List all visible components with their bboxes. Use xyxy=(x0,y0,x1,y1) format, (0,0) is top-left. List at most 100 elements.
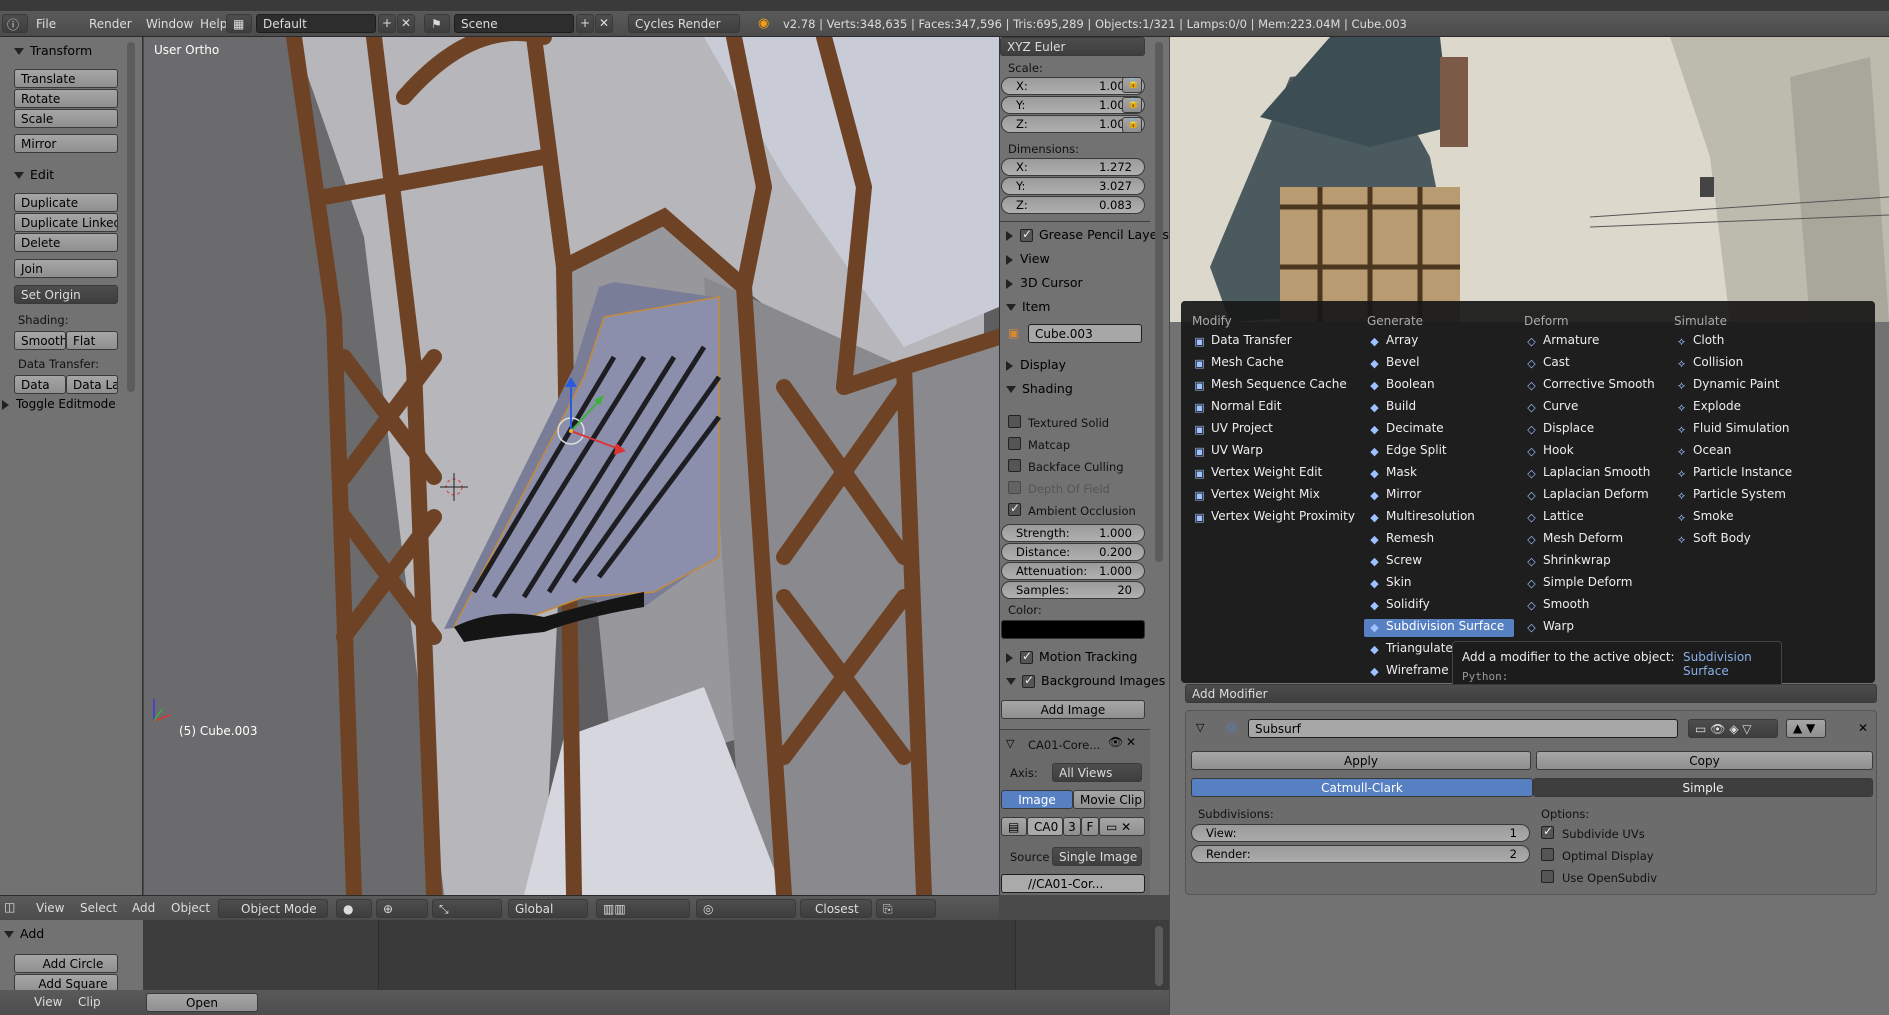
menu-item-smooth[interactable]: ◇ Smooth xyxy=(1521,597,1671,615)
motion-tracking-panel-header[interactable]: Motion Tracking xyxy=(1006,649,1137,664)
menu-item-decimate[interactable]: ◆ Decimate xyxy=(1364,421,1514,439)
manipulator-buttons[interactable]: ⤡ xyxy=(432,899,502,918)
open-clip-button[interactable]: Open xyxy=(146,993,258,1012)
bottom-menu-view[interactable]: View xyxy=(34,995,62,1009)
smooth-button[interactable]: Smooth xyxy=(14,331,66,350)
layout-field[interactable]: Default xyxy=(256,14,376,33)
add-modifier-button[interactable]: Add Modifier xyxy=(1185,684,1877,703)
ambient-occlusion-checkbox[interactable] xyxy=(1008,501,1021,516)
apply-button[interactable]: Apply xyxy=(1191,751,1531,770)
duplicate-button[interactable]: Duplicate xyxy=(14,193,118,212)
source-select[interactable]: Single Image xyxy=(1052,847,1142,866)
menu-item-soft-body[interactable]: ⟡ Soft Body xyxy=(1671,531,1821,549)
menu-item-mask[interactable]: ◆ Mask xyxy=(1364,465,1514,483)
dimension-z-field[interactable]: Z: 0.083 xyxy=(1001,196,1145,214)
image-datablock-name[interactable]: CA0 xyxy=(1027,817,1063,836)
bg-expand-icon[interactable]: ▽ xyxy=(1006,737,1014,750)
lock-scale-y-icon[interactable]: 🔒 xyxy=(1122,97,1142,113)
toggle-editmode-header[interactable]: Toggle Editmode xyxy=(2,397,116,411)
ao-samples-field[interactable]: Samples: 20 xyxy=(1001,581,1145,599)
modifier-collapse-icon[interactable]: ▽ xyxy=(1196,721,1204,734)
menu-item-uv-warp[interactable]: ▣ UV Warp xyxy=(1189,443,1359,461)
toolshelf-scrollbar[interactable] xyxy=(127,42,135,392)
catmull-clark-tab[interactable]: Catmull-Clark xyxy=(1191,778,1533,797)
menu-item-collision[interactable]: ⟡ Collision xyxy=(1671,355,1821,373)
menu-item-warp[interactable]: ◇ Warp xyxy=(1521,619,1671,637)
remove-scene-icon[interactable]: ✕ xyxy=(595,14,613,33)
ao-color-swatch[interactable] xyxy=(1001,620,1145,639)
ao-strength-field[interactable]: Strength: 1.000 xyxy=(1001,524,1145,542)
menu-item-cast[interactable]: ◇ Cast xyxy=(1521,355,1671,373)
lock-scale-z-icon[interactable]: 🔒 xyxy=(1122,117,1142,133)
set-origin-select[interactable]: Set Origin xyxy=(14,285,118,304)
depth-of-field-checkbox[interactable] xyxy=(1008,481,1021,494)
rotation-mode-select[interactable]: XYZ Euler xyxy=(1000,37,1145,56)
modifier-remove-icon[interactable]: ✕ xyxy=(1858,721,1868,735)
viewport-menu-add[interactable]: Add xyxy=(132,901,155,915)
data-button[interactable]: Data xyxy=(14,375,66,394)
viewport-shading-select[interactable]: ● xyxy=(336,899,372,918)
display-panel-header[interactable]: Display xyxy=(1006,357,1066,372)
duplicate-linked-button[interactable]: Duplicate Linked xyxy=(14,213,118,232)
menu-render[interactable]: Render xyxy=(89,17,132,31)
scene-icon[interactable]: ⚑ xyxy=(424,14,450,33)
item-name-field[interactable]: Cube.003 xyxy=(1028,324,1142,343)
menu-item-normal-edit[interactable]: ▣ Normal Edit xyxy=(1189,399,1359,417)
menu-item-shrinkwrap[interactable]: ◇ Shrinkwrap xyxy=(1521,553,1671,571)
scene-field[interactable]: Scene xyxy=(454,14,574,33)
menu-window[interactable]: Window xyxy=(146,17,193,31)
menu-item-cloth[interactable]: ⟡ Cloth xyxy=(1671,333,1821,351)
delete-button[interactable]: Delete xyxy=(14,233,118,252)
image-fake-user-button[interactable]: F xyxy=(1081,817,1099,836)
subdivide-uvs-checkbox[interactable] xyxy=(1541,824,1554,839)
menu-item-simple-deform[interactable]: ◇ Simple Deform xyxy=(1521,575,1671,593)
menu-item-multiresolution[interactable]: ◆ Multiresolution xyxy=(1364,509,1514,527)
image-tab[interactable]: Image xyxy=(1001,790,1073,809)
scale-button[interactable]: Scale xyxy=(14,109,118,128)
editor-type-3d-icon[interactable]: ◫ xyxy=(4,900,15,914)
simple-tab[interactable]: Simple xyxy=(1533,778,1873,797)
grease-pencil-panel-header[interactable]: Grease Pencil Layers xyxy=(1006,227,1169,242)
menu-item-laplacian-smooth[interactable]: ◇ Laplacian Smooth xyxy=(1521,465,1671,483)
matcap-checkbox[interactable] xyxy=(1008,437,1021,450)
modifier-name-field[interactable]: Subsurf xyxy=(1248,719,1678,738)
viewport-menu-select[interactable]: Select xyxy=(80,901,117,915)
add-circle-button[interactable]: Add Circle xyxy=(14,954,118,973)
menu-item-vertex-weight-edit[interactable]: ▣ Vertex Weight Edit xyxy=(1189,465,1359,483)
remove-layout-icon[interactable]: ✕ xyxy=(397,14,415,33)
ao-distance-field[interactable]: Distance: 0.200 xyxy=(1001,543,1145,561)
add-scene-icon[interactable]: + xyxy=(576,14,594,33)
menu-item-build[interactable]: ◆ Build xyxy=(1364,399,1514,417)
bottom-menu-clip[interactable]: Clip xyxy=(78,995,101,1009)
menu-item-mirror[interactable]: ◆ Mirror xyxy=(1364,487,1514,505)
menu-item-mesh-sequence-cache[interactable]: ▣ Mesh Sequence Cache xyxy=(1189,377,1359,395)
bg-remove-icon[interactable]: ✕ xyxy=(1126,735,1136,749)
viewport-menu-object[interactable]: Object xyxy=(171,901,210,915)
copy-button[interactable]: Copy xyxy=(1536,751,1873,770)
layers-grid[interactable]: ▥▥ xyxy=(596,899,690,918)
transform-panel-header[interactable]: Transform xyxy=(14,43,92,58)
menu-item-displace[interactable]: ◇ Displace xyxy=(1521,421,1671,439)
lock-scale-x-icon[interactable]: 🔒 xyxy=(1122,77,1142,93)
menu-item-bevel[interactable]: ◆ Bevel xyxy=(1364,355,1514,373)
menu-item-smoke[interactable]: ⟡ Smoke xyxy=(1671,509,1821,527)
menu-item-mesh-deform[interactable]: ◇ Mesh Deform xyxy=(1521,531,1671,549)
dimension-x-field[interactable]: X: 1.272 xyxy=(1001,158,1145,176)
add-panel-header[interactable]: Add xyxy=(4,926,44,941)
orientation-select[interactable]: Global xyxy=(508,899,588,918)
item-panel-header[interactable]: Item xyxy=(1006,299,1050,314)
shading-panel-header[interactable]: Shading xyxy=(1006,381,1073,396)
movie-clip-tab[interactable]: Movie Clip xyxy=(1073,790,1145,809)
flat-button[interactable]: Flat xyxy=(66,331,118,350)
render-buttons[interactable]: ⎘ xyxy=(876,899,936,918)
pivot-select[interactable]: ⊕ xyxy=(376,899,428,918)
object-mode-select[interactable]: Object Mode xyxy=(218,899,328,918)
menu-item-uv-project[interactable]: ▣ UV Project xyxy=(1189,421,1359,439)
edit-panel-header[interactable]: Edit xyxy=(14,167,54,182)
layout-icon[interactable]: ▦ xyxy=(226,14,252,33)
menu-item-vertex-weight-mix[interactable]: ▣ Vertex Weight Mix xyxy=(1189,487,1359,505)
modifier-move-buttons[interactable]: ▲ ▼ xyxy=(1786,719,1826,738)
menu-item-curve[interactable]: ◇ Curve xyxy=(1521,399,1671,417)
bg-visibility-eye-icon[interactable]: 👁 xyxy=(1108,735,1123,749)
menu-item-vertex-weight-proximity[interactable]: ▣ Vertex Weight Proximity xyxy=(1189,509,1359,527)
